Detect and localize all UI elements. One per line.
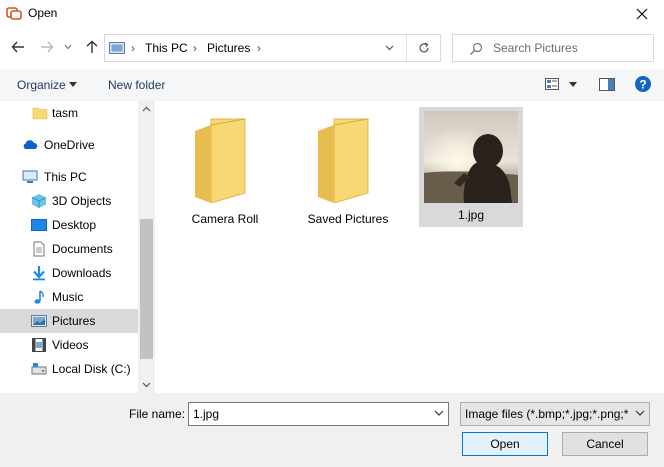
videos-icon (32, 338, 46, 352)
folder-icon (318, 118, 369, 203)
file-item-label: 1.jpg (457, 208, 485, 222)
recent-locations-button[interactable] (61, 37, 75, 57)
sidebar-scrollbar[interactable] (138, 101, 155, 393)
dialog-footer: File name: 1.jpg Image files (*.bmp;*.jp… (0, 393, 664, 467)
drive-icon (31, 363, 47, 375)
sidebar-item-label: Local Disk (C:) (52, 362, 131, 376)
scrollbar-thumb[interactable] (140, 219, 153, 359)
command-bar: Organize New folder ? (0, 69, 664, 101)
new-folder-button[interactable]: New folder (108, 78, 165, 92)
file-name-input[interactable]: 1.jpg (188, 402, 449, 426)
navigation-row: › This PC › Pictures › Search Pictures (0, 27, 664, 69)
sidebar-item-label: 3D Objects (52, 194, 112, 208)
breadcrumb-this-pc[interactable]: This PC (145, 41, 188, 55)
sidebar-item-label: Desktop (52, 218, 97, 232)
sidebar-item-downloads[interactable]: Downloads (0, 261, 138, 285)
sidebar-item-label: Pictures (52, 314, 96, 328)
address-bar[interactable]: › This PC › Pictures › (104, 34, 441, 62)
file-type-select[interactable]: Image files (*.bmp;*.jpg;*.png;* (460, 402, 650, 426)
forward-button[interactable] (37, 37, 57, 57)
caret-down-icon (69, 82, 77, 87)
sidebar-item-label: tasm (52, 106, 79, 120)
sidebar-item-pictures[interactable]: Pictures (0, 309, 138, 333)
folder-icon (195, 118, 246, 203)
file-item-label: Camera Roll (191, 212, 259, 226)
address-history-dropdown[interactable] (376, 35, 402, 61)
refresh-icon (418, 42, 429, 53)
back-button[interactable] (8, 37, 28, 57)
cloud-icon (23, 140, 38, 149)
music-icon (34, 290, 44, 304)
sidebar-item-desktop[interactable]: Desktop (0, 213, 138, 237)
chevron-down-icon (635, 409, 645, 417)
app-icon (6, 7, 22, 20)
back-arrow-icon (11, 41, 24, 53)
chevron-down-icon[interactable] (434, 409, 444, 417)
file-item-saved-pictures[interactable]: Saved Pictures (296, 107, 400, 227)
close-button[interactable] (620, 0, 664, 27)
open-button[interactable]: Open (462, 432, 548, 456)
sidebar-item-tasm[interactable]: tasm (0, 101, 138, 125)
breadcrumb-separator: › (193, 41, 197, 55)
view-options-caret-icon[interactable] (569, 82, 577, 87)
file-name-label: File name: (129, 407, 186, 421)
close-icon (636, 8, 648, 19)
pictures-location-icon (109, 42, 125, 54)
sidebar-item-label: Music (52, 290, 84, 304)
breadcrumb-separator: › (131, 41, 135, 55)
breadcrumb-separator: › (257, 41, 261, 55)
refresh-button[interactable] (406, 35, 440, 61)
cube-icon (31, 194, 47, 208)
sidebar-item-label: This PC (44, 170, 87, 184)
sidebar-item-label: Documents (52, 242, 113, 256)
sidebar-item-label: Videos (52, 338, 89, 352)
navigation-pane: tasm OneDrive This PC 3D Objects Desktop… (0, 101, 155, 393)
title-bar: Open (0, 0, 664, 27)
sidebar-item-documents[interactable]: Documents (0, 237, 138, 261)
pictures-icon (31, 315, 47, 327)
file-name-value: 1.jpg (193, 407, 220, 421)
chevron-down-icon (385, 45, 393, 51)
file-item-1-jpg[interactable]: 1.jpg (419, 107, 523, 227)
search-box[interactable]: Search Pictures (452, 34, 654, 62)
sidebar-item-this-pc[interactable]: This PC (0, 165, 138, 189)
organize-button[interactable]: Organize (17, 78, 66, 92)
forward-arrow-icon (41, 41, 54, 53)
download-icon (33, 266, 45, 281)
sidebar-item-onedrive[interactable]: OneDrive (0, 133, 138, 157)
window-title: Open (28, 6, 58, 20)
folder-icon (32, 107, 48, 120)
change-view-icon[interactable] (545, 78, 559, 90)
sidebar-item-label: Downloads (52, 266, 112, 280)
desktop-icon (31, 219, 47, 231)
scroll-down-icon[interactable] (142, 380, 151, 389)
chevron-down-icon (64, 44, 72, 50)
up-arrow-icon (86, 40, 98, 53)
sidebar-item-local-disk[interactable]: Local Disk (C:) (0, 357, 138, 381)
file-type-value: Image files (*.bmp;*.jpg;*.png;* (465, 407, 629, 421)
file-item-camera-roll[interactable]: Camera Roll (173, 107, 277, 227)
sidebar-item-label: OneDrive (44, 138, 95, 152)
image-thumbnail (424, 111, 518, 203)
cancel-button[interactable]: Cancel (562, 432, 648, 456)
search-placeholder: Search Pictures (493, 41, 578, 55)
breadcrumb-pictures[interactable]: Pictures (207, 41, 250, 55)
scroll-up-icon[interactable] (142, 105, 151, 114)
preview-pane-icon[interactable] (599, 78, 615, 91)
file-list: Camera Roll Saved Pictures 1.jpg (155, 101, 664, 393)
file-item-label: Saved Pictures (307, 212, 389, 226)
computer-icon (22, 170, 38, 183)
document-icon (33, 241, 45, 257)
sidebar-item-3d-objects[interactable]: 3D Objects (0, 189, 138, 213)
sidebar-item-music[interactable]: Music (0, 285, 138, 309)
search-icon (470, 42, 483, 55)
up-button[interactable] (82, 37, 102, 57)
sidebar-item-videos[interactable]: Videos (0, 333, 138, 357)
help-icon[interactable]: ? (635, 76, 651, 92)
svg-text:?: ? (639, 78, 646, 92)
